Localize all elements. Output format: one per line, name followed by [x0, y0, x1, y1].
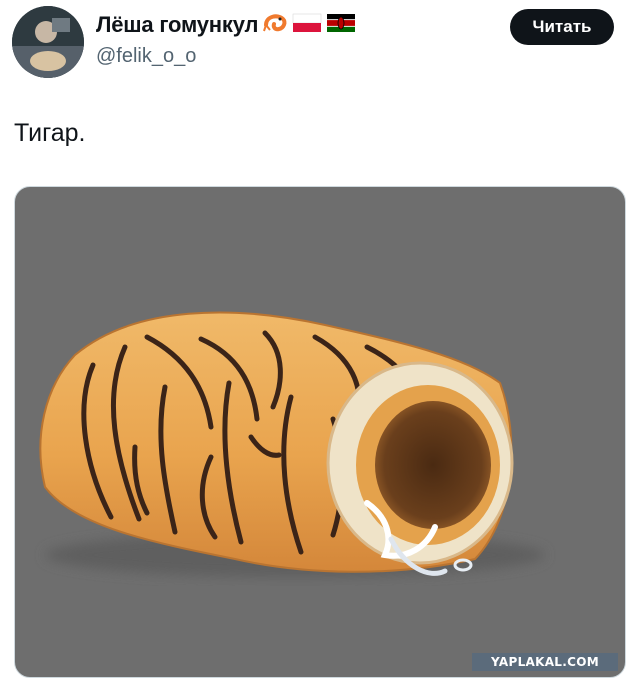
site-watermark: YAPLAKAL.COM [472, 653, 618, 671]
display-name[interactable]: Лёша гомункул [96, 12, 258, 38]
tweet-media[interactable] [14, 186, 626, 678]
avatar-image [12, 6, 84, 78]
avatar[interactable] [12, 6, 84, 78]
pastry-roll-illustration-icon [39, 311, 545, 577]
poland-flag-icon [292, 12, 322, 39]
tweet-text: Тигар. [14, 119, 86, 147]
shrimp-emoji-icon [262, 10, 288, 41]
follow-button[interactable]: Читать [510, 9, 614, 45]
author-handle[interactable]: @felik_o_o [96, 45, 196, 68]
author-name-row: Лёша гомункул [96, 10, 356, 40]
tweet-header: Лёша гомункул @felik_o_o Читать [0, 0, 640, 90]
kenya-flag-icon [326, 12, 356, 39]
